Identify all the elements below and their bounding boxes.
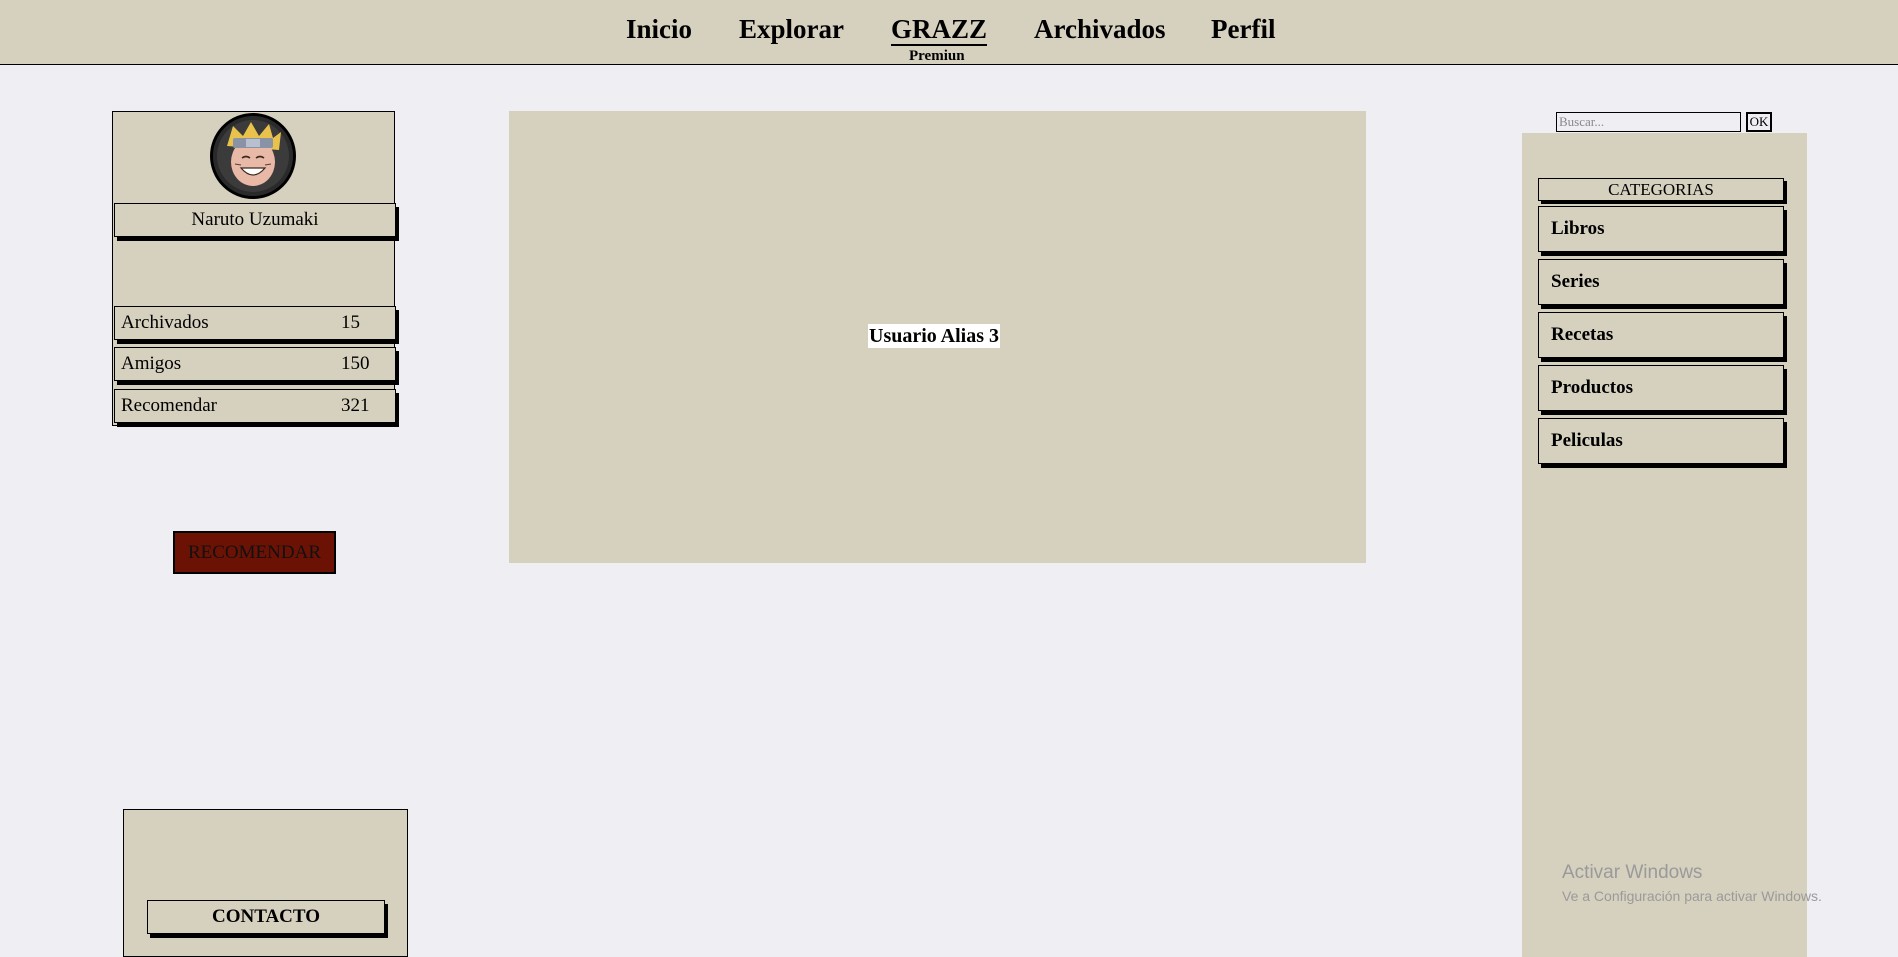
search-input[interactable] bbox=[1556, 112, 1741, 132]
categories-header: CATEGORIAS bbox=[1538, 178, 1784, 201]
stat-value: 150 bbox=[341, 353, 370, 374]
categories-panel: CATEGORIAS Libros Series Recetas Product… bbox=[1522, 133, 1807, 957]
stat-row-archivados[interactable]: Archivados 15 bbox=[114, 306, 396, 340]
profile-card: Naruto Uzumaki Archivados 15 Amigos 150 … bbox=[112, 111, 396, 426]
profile-name: Naruto Uzumaki bbox=[114, 203, 396, 237]
stat-label: Archivados bbox=[121, 312, 209, 333]
stat-row-recomendar[interactable]: Recomendar 321 bbox=[114, 389, 396, 423]
avatar bbox=[210, 113, 296, 199]
top-nav-bar: Inicio Explorar GRAZZ Archivados Perfil … bbox=[0, 0, 1898, 65]
nav-inicio[interactable]: Inicio bbox=[626, 14, 692, 45]
recommend-button[interactable]: RECOMENDAR bbox=[173, 531, 336, 574]
windows-activation-subtitle: Ve a Configuración para activar Windows. bbox=[1562, 888, 1822, 904]
main-content-panel: Usuario Alias 3 bbox=[509, 111, 1366, 563]
nav-perfil[interactable]: Perfil bbox=[1211, 14, 1275, 45]
stat-label: Amigos bbox=[121, 353, 182, 374]
user-alias-label: Usuario Alias 3 bbox=[868, 324, 1001, 348]
search-ok-button[interactable]: OK bbox=[1746, 112, 1772, 132]
stat-value: 15 bbox=[341, 312, 360, 333]
contact-card: CONTACTO bbox=[123, 809, 408, 957]
nav-grazz[interactable]: GRAZZ bbox=[891, 14, 988, 46]
stat-row-amigos[interactable]: Amigos 150 bbox=[114, 347, 396, 381]
nav-explorar[interactable]: Explorar bbox=[739, 14, 844, 45]
category-series[interactable]: Series bbox=[1538, 259, 1784, 305]
category-productos[interactable]: Productos bbox=[1538, 365, 1784, 411]
contact-button[interactable]: CONTACTO bbox=[147, 900, 385, 934]
stat-value: 321 bbox=[341, 395, 370, 416]
category-peliculas[interactable]: Peliculas bbox=[1538, 418, 1784, 464]
stat-label: Recomendar bbox=[121, 395, 218, 416]
category-libros[interactable]: Libros bbox=[1538, 206, 1784, 252]
grazz-premium-label: Premiun bbox=[909, 48, 965, 64]
windows-activation-title: Activar Windows bbox=[1562, 862, 1703, 883]
avatar-image bbox=[213, 116, 293, 196]
category-recetas[interactable]: Recetas bbox=[1538, 312, 1784, 358]
nav-archivados[interactable]: Archivados bbox=[1034, 14, 1166, 45]
